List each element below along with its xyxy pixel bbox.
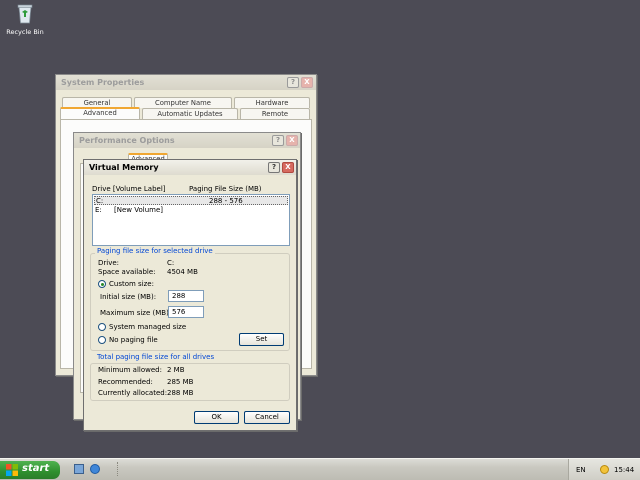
system-managed-label[interactable]: System managed size xyxy=(109,323,186,331)
performance-options-titlebar[interactable]: Performance Options xyxy=(74,133,300,148)
total-paging-group-title: Total paging file size for all drives xyxy=(95,353,217,361)
list-item[interactable]: C: 288 - 576 xyxy=(94,196,288,205)
tab-remote[interactable]: Remote xyxy=(240,108,310,119)
custom-size-label[interactable]: Custom size: xyxy=(109,280,154,288)
recycle-bin-desktop-icon[interactable]: Recycle Bin xyxy=(4,2,46,36)
performance-options-title: Performance Options xyxy=(79,136,175,145)
currently-allocated-value: 288 MB xyxy=(167,389,194,397)
drive-value: C: xyxy=(167,259,175,267)
quick-launch-desktop-icon[interactable] xyxy=(74,464,84,474)
windows-logo-icon xyxy=(6,464,18,476)
paging-size-column-header[interactable]: Paging File Size (MB) xyxy=(189,185,262,193)
selected-drive-group-title: Paging file size for selected drive xyxy=(95,247,215,255)
help-button[interactable]: ? xyxy=(272,135,284,146)
system-properties-title: System Properties xyxy=(61,78,145,87)
ok-button[interactable]: OK xyxy=(194,411,239,424)
quick-launch-ie-icon[interactable] xyxy=(90,464,100,474)
set-button[interactable]: Set xyxy=(239,333,284,346)
start-button[interactable]: start xyxy=(0,461,60,479)
currently-allocated-label: Currently allocated: xyxy=(98,389,168,397)
initial-size-input[interactable]: 288 xyxy=(168,290,204,302)
drive-label: [New Volume] xyxy=(114,206,163,214)
close-button[interactable]: X xyxy=(286,135,298,146)
drive-letter: C: xyxy=(96,197,104,205)
recycle-bin-icon xyxy=(17,4,33,24)
list-item[interactable]: E: [New Volume] xyxy=(94,206,288,215)
space-available-label: Space available: xyxy=(98,268,156,276)
space-available-value: 4504 MB xyxy=(167,268,198,276)
minimum-allowed-label: Minimum allowed: xyxy=(98,366,162,374)
tab-automatic-updates[interactable]: Automatic Updates xyxy=(142,108,238,119)
close-button[interactable]: X xyxy=(301,77,313,88)
system-managed-radio[interactable] xyxy=(98,323,106,331)
maximum-size-label: Maximum size (MB): xyxy=(100,309,172,317)
drive-label-text: Drive: xyxy=(98,259,120,267)
initial-size-label: Initial size (MB): xyxy=(100,293,157,301)
maximum-size-input[interactable]: 576 xyxy=(168,306,204,318)
no-paging-radio[interactable] xyxy=(98,336,106,344)
close-button[interactable]: X xyxy=(282,162,294,173)
virtual-memory-dialog: Virtual Memory ? X Drive [Volume Label] … xyxy=(83,159,297,431)
recycle-bin-label: Recycle Bin xyxy=(6,28,44,36)
cancel-button[interactable]: Cancel xyxy=(244,411,290,424)
help-button[interactable]: ? xyxy=(268,162,280,173)
start-label: start xyxy=(22,463,50,474)
clock[interactable]: 15:44 xyxy=(614,466,634,474)
virtual-memory-titlebar[interactable]: Virtual Memory xyxy=(84,160,296,175)
drive-column-header[interactable]: Drive [Volume Label] xyxy=(92,185,166,193)
language-indicator[interactable]: EN xyxy=(576,466,586,474)
tab-hardware[interactable]: Hardware xyxy=(234,97,310,108)
network-icon[interactable] xyxy=(600,465,609,474)
quick-launch-separator xyxy=(117,462,119,476)
minimum-allowed-value: 2 MB xyxy=(167,366,185,374)
system-properties-titlebar[interactable]: System Properties xyxy=(56,75,316,90)
no-paging-label[interactable]: No paging file xyxy=(109,336,158,344)
virtual-memory-title: Virtual Memory xyxy=(89,163,159,172)
tab-computer-name[interactable]: Computer Name xyxy=(134,97,232,108)
help-button[interactable]: ? xyxy=(287,77,299,88)
drive-letter: E: xyxy=(95,206,102,214)
drive-list[interactable]: C: 288 - 576 E: [New Volume] xyxy=(92,194,290,246)
recommended-value: 285 MB xyxy=(167,378,194,386)
recommended-label: Recommended: xyxy=(98,378,153,386)
custom-size-radio[interactable] xyxy=(98,280,106,288)
drive-paging-size: 288 - 576 xyxy=(209,197,243,205)
